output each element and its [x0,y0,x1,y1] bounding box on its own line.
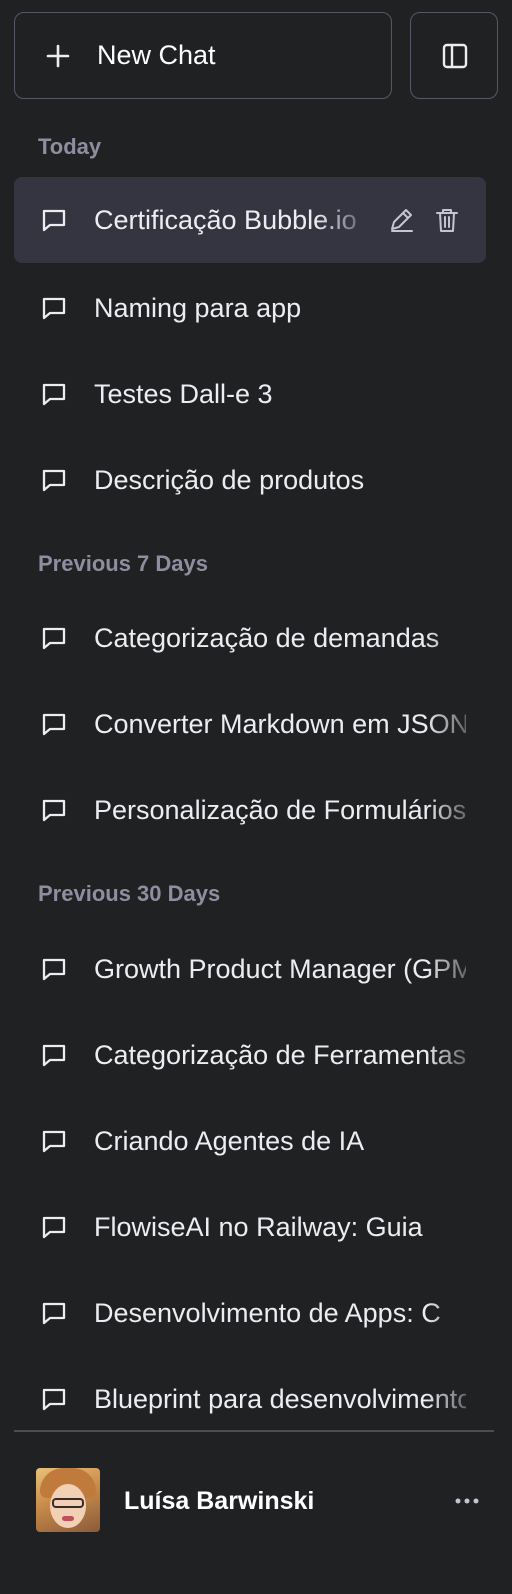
chat-item[interactable]: Categorização de Ferramentas [14,1012,486,1098]
title-fade [426,437,486,523]
message-icon [42,383,66,406]
title-fade [316,177,376,263]
divider [14,1430,494,1432]
section-label-today: Today [38,134,102,159]
sidebar-header: New Chat [14,12,498,99]
message-icon [42,799,66,822]
title-fade [426,265,486,351]
chat-item-title: Growth Product Manager (GPM) [94,954,466,984]
new-chat-label: New Chat [97,40,216,70]
message-icon [42,469,66,492]
message-icon [42,209,66,232]
message-icon [42,297,66,320]
chat-item[interactable]: Categorização de demandas [14,595,486,681]
title-fade [426,1184,486,1270]
trash-icon[interactable] [432,205,462,235]
message-icon [42,1130,66,1153]
chat-item[interactable]: Descrição de produtos [14,437,486,523]
chat-item[interactable]: Naming para app [14,265,486,351]
title-fade [426,1356,486,1428]
title-fade [426,1098,486,1184]
chat-item-title: Blueprint para desenvolvimento [94,1384,466,1414]
message-icon [42,1388,66,1411]
sidebar-toggle-icon [442,43,468,69]
message-icon [42,1216,66,1239]
chat-item[interactable]: Personalização de Formulários [14,767,486,853]
chat-item[interactable]: FlowiseAI no Railway: Guia [14,1184,486,1270]
title-fade [426,926,486,1012]
chat-item-title: Criando Agentes de IA [94,1126,365,1156]
chat-item-title: Personalização de Formulários [94,795,466,825]
sidebar-toggle-button[interactable] [410,12,498,99]
title-fade [426,351,486,437]
chat-item-title: Converter Markdown em JSON [94,709,466,739]
title-fade [426,595,486,681]
title-fade [426,1270,486,1356]
message-icon [42,958,66,981]
edit-icon[interactable] [386,205,416,235]
message-icon [42,1302,66,1325]
chat-item[interactable]: Growth Product Manager (GPM) [14,926,486,1012]
chat-item-title: Desenvolvimento de Apps: C [94,1298,441,1328]
user-name: Luísa Barwinski [124,1487,315,1515]
message-icon [42,627,66,650]
chat-item[interactable]: Criando Agentes de IA [14,1098,486,1184]
message-icon [42,713,66,736]
plus-icon [46,44,70,68]
user-menu-row[interactable]: Luísa Barwinski [14,1446,498,1556]
title-fade [426,1012,486,1098]
new-chat-button[interactable]: New Chat [14,12,392,99]
chat-item[interactable]: Testes Dall-e 3 [14,351,486,437]
more-options-icon[interactable] [452,1486,482,1516]
title-fade [426,681,486,767]
chat-item-title: FlowiseAI no Railway: Guia [94,1212,423,1242]
chat-item[interactable]: Certificação Bubble.io [14,177,486,263]
chat-item-title: Descrição de produtos [94,465,365,495]
section-label-previous-30-days: Previous 30 Days [38,881,221,906]
chat-item[interactable]: Blueprint para desenvolvimento [14,1356,486,1428]
chat-item-title: Categorização de demandas [94,623,440,653]
chat-item[interactable]: Converter Markdown em JSON [14,681,486,767]
chat-item-title: Categorização de Ferramentas [94,1040,466,1070]
title-fade [426,767,486,853]
message-icon [42,1044,66,1067]
chat-item-title: Testes Dall-e 3 [94,379,273,409]
section-label-previous-7-days: Previous 7 Days [38,551,208,576]
chat-item[interactable]: Desenvolvimento de Apps: C [14,1270,486,1356]
avatar [36,1468,100,1532]
chat-item-title: Naming para app [94,293,302,323]
